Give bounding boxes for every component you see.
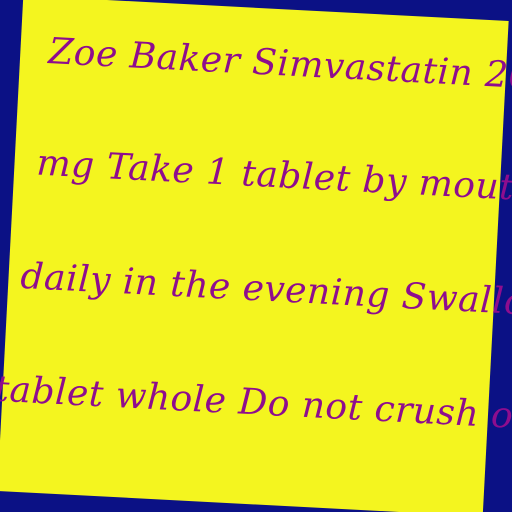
photo: Zoe Baker Simvastatin 20 mg Take 1 table… — [0, 0, 512, 512]
note-line-2: mg Take 1 tablet by mouth once — [35, 142, 512, 215]
sticky-note: Zoe Baker Simvastatin 20 mg Take 1 table… — [0, 0, 512, 512]
note-line-1: Zoe Baker Simvastatin 20 — [47, 31, 512, 98]
note-line-4: tablet whole Do not crush or chew — [0, 368, 512, 444]
note-line-3: daily in the evening Swallow the — [19, 255, 512, 329]
